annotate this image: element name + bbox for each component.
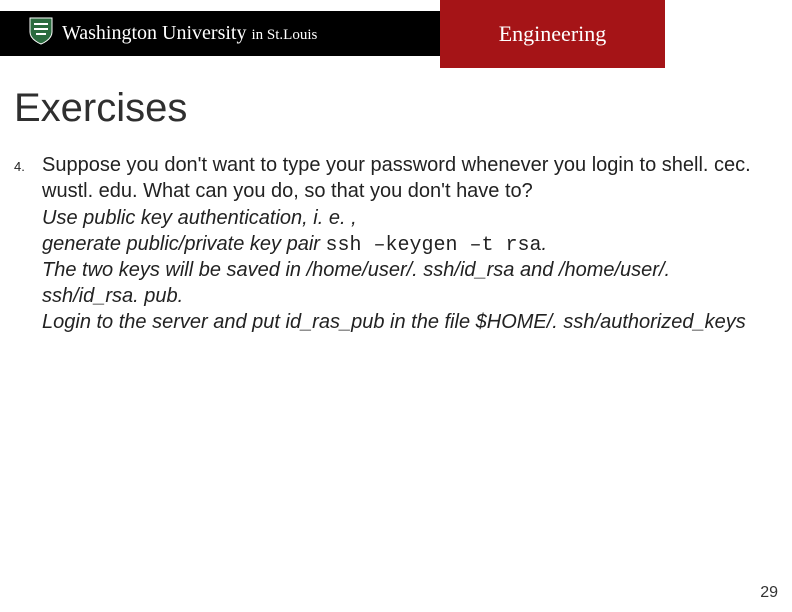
university-logo: Washington University in St.Louis [28, 16, 317, 51]
question-text: Suppose you don't want to type your pass… [42, 153, 768, 204]
university-bar: Washington University in St.Louis [0, 11, 440, 56]
answer-line-2: generate public/private key pair ssh –ke… [42, 232, 768, 259]
answer-line-3: The two keys will be saved in /home/user… [42, 258, 768, 309]
answer-line-2-prefix: generate public/private key pair [42, 233, 326, 255]
answer-line-2-suffix: . [542, 233, 548, 255]
page-number: 29 [760, 584, 778, 602]
item-number: 4. [14, 153, 42, 335]
item-body: Suppose you don't want to type your pass… [42, 153, 768, 335]
dept-bar: Engineering [440, 0, 665, 68]
shield-icon [28, 16, 54, 51]
answer-line-4: Login to the server and put id_ras_pub i… [42, 310, 768, 336]
slide-content: 4. Suppose you don't want to type your p… [14, 153, 768, 335]
slide-title: Exercises [14, 86, 792, 131]
answer-line-1: Use public key authentication, i. e. , [42, 206, 768, 232]
answer-code: ssh –keygen –t rsa [326, 234, 542, 257]
dept-label: Engineering [499, 21, 607, 47]
university-name: Washington University in St.Louis [62, 22, 317, 45]
slide-header: Washington University in St.Louis Engine… [0, 0, 792, 68]
list-item: 4. Suppose you don't want to type your p… [14, 153, 768, 335]
